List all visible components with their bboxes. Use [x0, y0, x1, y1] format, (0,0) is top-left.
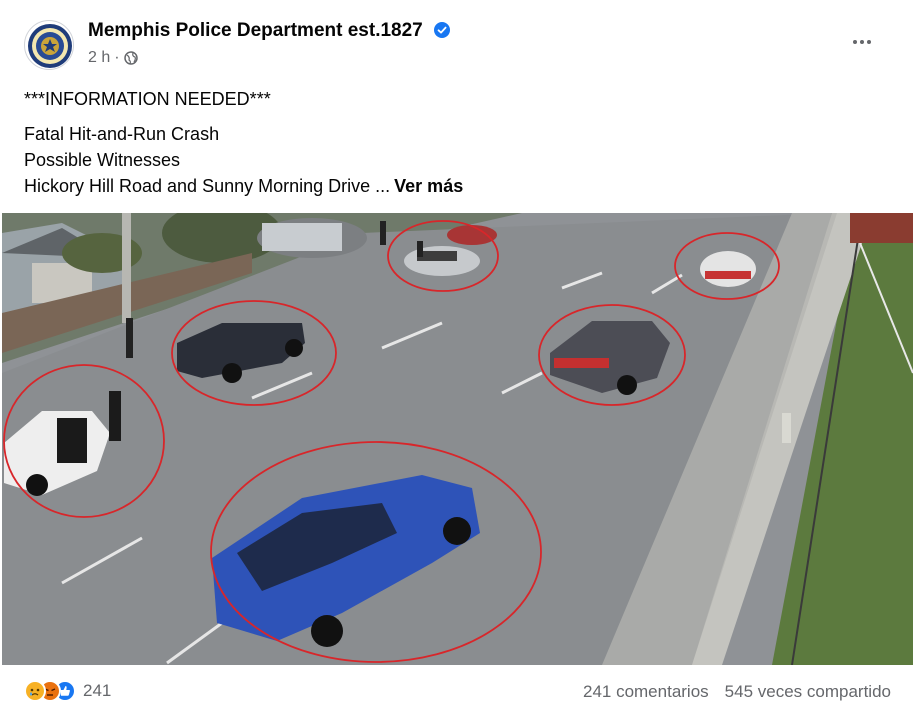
post-text: ***INFORMATION NEEDED*** Fatal Hit-and-R…: [24, 86, 463, 199]
more-options-button[interactable]: [847, 30, 877, 54]
car-silver-convertible: [404, 246, 480, 276]
reaction-count[interactable]: 241: [83, 681, 111, 701]
globe-icon: [123, 51, 138, 65]
post-header: Memphis Police Department est.1827 2 h ·: [24, 18, 891, 74]
post-time[interactable]: 2 h: [88, 49, 110, 67]
post-headline: ***INFORMATION NEEDED***: [24, 89, 271, 109]
more-dot-icon: [860, 40, 864, 44]
comments-count[interactable]: 241 comentarios: [583, 682, 709, 702]
sad-reaction-icon: [24, 680, 46, 702]
car-white-red-rear: [700, 251, 756, 287]
verified-badge-icon: [434, 22, 451, 38]
see-more-link[interactable]: Ver más: [394, 176, 463, 196]
post-meta: 2 h ·: [88, 49, 138, 67]
sad-face-icon: [30, 688, 40, 696]
car-red: [447, 225, 497, 245]
post-line-3-text: Hickory Hill Road and Sunny Morning Driv…: [24, 176, 391, 196]
more-dot-icon: [853, 40, 857, 44]
street-surveillance-photo: [2, 213, 913, 665]
shares-count[interactable]: 545 veces compartido: [725, 682, 891, 702]
post-line-1: Fatal Hit-and-Run Crash: [24, 124, 220, 144]
page-avatar[interactable]: [24, 20, 74, 70]
post-line-2: Possible Witnesses: [24, 150, 181, 170]
post-line-3: Hickory Hill Road and Sunny Morning Driv…: [24, 173, 463, 199]
police-seal-icon: [28, 24, 72, 68]
post-photo[interactable]: [2, 213, 913, 665]
reactions-summary[interactable]: 241: [24, 680, 111, 702]
post-footer: 241 241 comentarios 545 veces compartido: [24, 678, 891, 708]
facebook-post: Memphis Police Department est.1827 2 h ·…: [0, 0, 915, 720]
engagement-stats: 241 comentarios 545 veces compartido: [583, 682, 891, 702]
page-name[interactable]: Memphis Police Department est.1827: [88, 20, 451, 42]
page-name-text[interactable]: Memphis Police Department est.1827: [88, 20, 423, 41]
meta-separator: ·: [114, 49, 120, 66]
more-dot-icon: [867, 40, 871, 44]
